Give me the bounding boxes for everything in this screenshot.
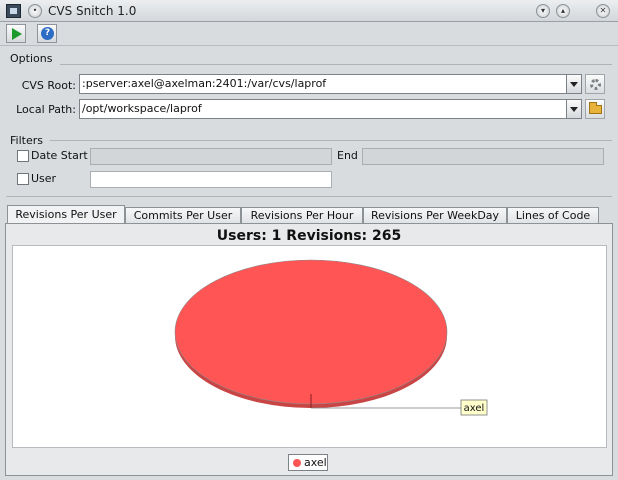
help-button[interactable]: ? <box>37 24 57 43</box>
help-icon: ? <box>41 27 54 40</box>
chart-title: Users: 1 Revisions: 265 <box>216 228 402 244</box>
toolbar: ? <box>0 22 618 46</box>
options-section-title: Options <box>10 52 53 65</box>
cvs-root-dropdown-button[interactable] <box>566 74 582 94</box>
browse-folder-button[interactable] <box>585 99 605 119</box>
app-icon <box>6 4 21 18</box>
local-path-label: Local Path: <box>16 103 76 116</box>
run-button[interactable] <box>6 24 26 43</box>
folder-icon <box>589 102 602 114</box>
chart-legend: axel <box>288 454 328 471</box>
local-path-dropdown-button[interactable] <box>566 99 582 119</box>
tab-revisions-per-hour[interactable]: Revisions Per Hour <box>241 207 363 224</box>
pie-slice-axel <box>174 259 448 405</box>
end-label: End <box>337 149 358 162</box>
legend-label: axel <box>304 456 327 469</box>
filters-separator <box>50 140 612 141</box>
tab-commits-per-user[interactable]: Commits Per User <box>125 207 241 224</box>
user-label: User <box>31 172 57 185</box>
options-separator <box>60 64 612 65</box>
local-path-combo[interactable]: /opt/workspace/laprof <box>79 99 567 119</box>
cvs-settings-button[interactable] <box>585 74 605 94</box>
pie-label-axel: axel <box>460 399 488 416</box>
user-field[interactable] <box>90 171 332 188</box>
minimize-button[interactable]: ▾ <box>536 4 550 18</box>
play-icon <box>12 28 22 40</box>
cvs-root-combo[interactable]: :pserver:axel@axelman:2401:/var/cvs/lapr… <box>79 74 567 94</box>
maximize-button[interactable]: ▴ <box>556 4 570 18</box>
gear-icon <box>590 79 601 90</box>
pie-label-text: axel <box>464 403 485 414</box>
user-checkbox[interactable] <box>17 173 29 185</box>
date-start-field[interactable] <box>90 148 332 165</box>
window-menu-button[interactable]: • <box>28 4 42 18</box>
end-date-field[interactable] <box>362 148 604 165</box>
legend-swatch <box>293 459 301 467</box>
tab-lines-of-code[interactable]: Lines of Code <box>507 207 599 224</box>
window-title: CVS Snitch 1.0 <box>48 4 137 18</box>
date-start-checkbox[interactable] <box>17 150 29 162</box>
filters-bottom-separator <box>6 196 612 197</box>
date-start-label: Date Start <box>31 149 88 162</box>
tab-revisions-per-weekday[interactable]: Revisions Per WeekDay <box>363 207 507 224</box>
title-bar: • CVS Snitch 1.0 ▾ ▴ ✕ <box>0 0 618 22</box>
chart-plot-area: axel <box>12 245 607 448</box>
filters-section-title: Filters <box>10 134 43 147</box>
pie-chart: axel <box>174 259 488 416</box>
tab-revisions-per-user[interactable]: Revisions Per User <box>7 205 125 224</box>
cvs-root-label: CVS Root: <box>21 79 76 92</box>
close-button[interactable]: ✕ <box>596 4 610 18</box>
